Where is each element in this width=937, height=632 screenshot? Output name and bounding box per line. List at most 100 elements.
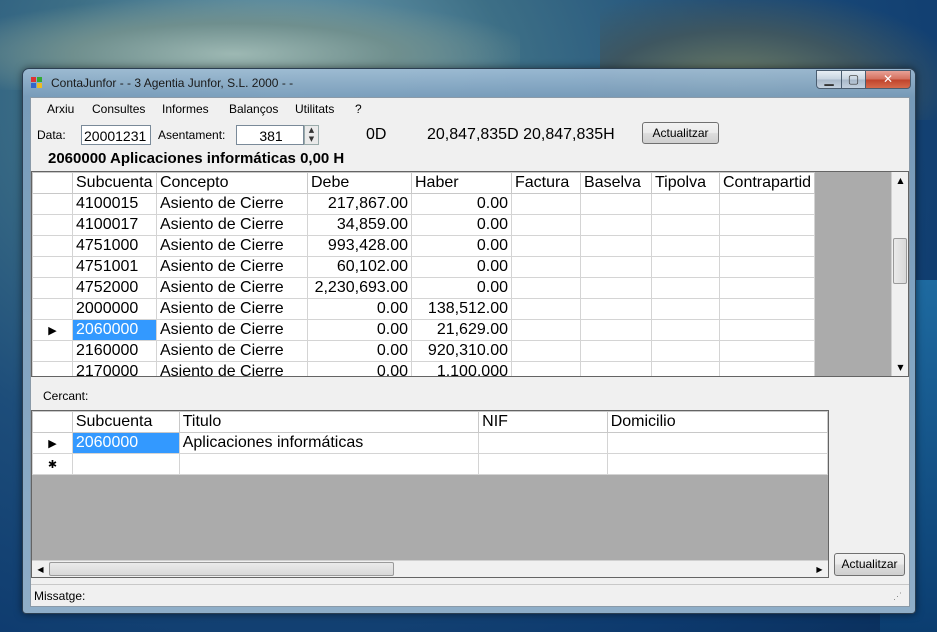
- cell-debe[interactable]: 2,230,693.00: [307, 277, 412, 299]
- cell-haber[interactable]: 920,310.00: [411, 340, 512, 362]
- entries-grid[interactable]: Subcuenta Concepto Debe Haber Factura Ba…: [31, 171, 909, 377]
- col-header-debe[interactable]: Debe: [307, 172, 412, 194]
- row-header[interactable]: [32, 214, 73, 236]
- cell-haber[interactable]: 0.00: [411, 214, 512, 236]
- col-header-titulo[interactable]: Titulo: [178, 411, 480, 433]
- row-header[interactable]: [32, 298, 73, 320]
- cell-contrapartida[interactable]: [718, 277, 816, 299]
- menu-balancos[interactable]: Balanços: [229, 102, 278, 116]
- cell-concepto[interactable]: Asiento de Cierre: [156, 361, 308, 376]
- scroll-right-icon[interactable]: ▶: [811, 561, 828, 577]
- cell-domicilio[interactable]: [606, 453, 828, 475]
- cell-concepto[interactable]: Asiento de Cierre: [156, 298, 308, 320]
- cell-baselva[interactable]: [580, 340, 652, 362]
- cell-tipolva[interactable]: [651, 193, 720, 215]
- cell-contrapartida[interactable]: [718, 298, 816, 320]
- cell-haber[interactable]: 0.00: [411, 235, 512, 257]
- col-header-factura[interactable]: Factura: [511, 172, 581, 194]
- spin-up-icon[interactable]: ▲: [305, 126, 318, 135]
- row-header[interactable]: [32, 193, 73, 215]
- cell-contrapartida[interactable]: [718, 319, 816, 341]
- table-row-current[interactable]: ▶ 2060000 Asiento de Cierre 0.00 21,629.…: [32, 319, 816, 341]
- table-row[interactable]: 2170000 Asiento de Cierre 0.00 1,100,000: [32, 361, 816, 376]
- cell-factura[interactable]: [511, 361, 581, 376]
- col-header-subcuenta[interactable]: Subcuenta: [71, 411, 180, 433]
- cell-titulo[interactable]: Aplicaciones informáticas: [178, 432, 480, 454]
- title-bar[interactable]: ContaJunfor - - 3 Agentia Junfor, S.L. 2…: [23, 69, 915, 96]
- cell-nif[interactable]: [478, 432, 608, 454]
- cell-factura[interactable]: [511, 277, 581, 299]
- cell-subcuenta[interactable]: 2160000: [72, 340, 157, 362]
- cell-concepto[interactable]: Asiento de Cierre: [156, 256, 308, 278]
- cell-tipolva[interactable]: [651, 256, 720, 278]
- cell-baselva[interactable]: [580, 298, 652, 320]
- row-header[interactable]: [32, 277, 73, 299]
- cell-debe[interactable]: 34,859.00: [307, 214, 412, 236]
- cell-haber[interactable]: 0.00: [411, 256, 512, 278]
- col-header-subcuenta[interactable]: Subcuenta: [72, 172, 157, 194]
- col-header-domicilio[interactable]: Domicilio: [606, 411, 828, 433]
- cell-baselva[interactable]: [580, 214, 652, 236]
- menu-consultes[interactable]: Consultes: [92, 102, 145, 116]
- cell-concepto[interactable]: Asiento de Cierre: [156, 340, 308, 362]
- cell-tipolva[interactable]: [651, 298, 720, 320]
- table-row[interactable]: 4751000 Asiento de Cierre 993,428.00 0.0…: [32, 235, 816, 257]
- cell-subcuenta[interactable]: 4751001: [72, 256, 157, 278]
- cell-subcuenta[interactable]: 4752000: [72, 277, 157, 299]
- table-row-current[interactable]: ▶ 2060000 Aplicaciones informáticas: [32, 432, 828, 454]
- cell-subcuenta[interactable]: 4100015: [72, 193, 157, 215]
- new-row[interactable]: ✱: [32, 453, 828, 475]
- search-actualitzar-button[interactable]: Actualitzar: [834, 553, 905, 576]
- scroll-thumb[interactable]: [893, 238, 907, 284]
- cell-tipolva[interactable]: [651, 361, 720, 376]
- scroll-down-icon[interactable]: ▼: [892, 359, 908, 376]
- row-header[interactable]: [32, 256, 73, 278]
- cell-factura[interactable]: [511, 298, 581, 320]
- cell-subcuenta-selected[interactable]: 2060000: [71, 432, 180, 454]
- cell-haber[interactable]: 138,512.00: [411, 298, 512, 320]
- row-header[interactable]: [32, 340, 73, 362]
- search-grid[interactable]: Subcuenta Titulo NIF Domicilio ▶ 2060000…: [31, 410, 829, 578]
- col-header-contrapartida[interactable]: Contrapartid: [718, 172, 816, 194]
- new-row-asterisk-icon[interactable]: ✱: [32, 453, 73, 475]
- cell-contrapartida[interactable]: [718, 214, 816, 236]
- cell-subcuenta[interactable]: 2000000: [72, 298, 157, 320]
- cell-concepto[interactable]: Asiento de Cierre: [156, 277, 308, 299]
- current-row-marker-icon[interactable]: ▶: [32, 432, 73, 454]
- scroll-up-icon[interactable]: ▲: [892, 172, 908, 189]
- cell-titulo[interactable]: [178, 453, 480, 475]
- asentament-input[interactable]: 381: [236, 125, 304, 145]
- table-row[interactable]: 4100017 Asiento de Cierre 34,859.00 0.00: [32, 214, 816, 236]
- cell-baselva[interactable]: [580, 361, 652, 376]
- scroll-thumb[interactable]: [49, 562, 394, 576]
- cell-subcuenta-selected[interactable]: 2060000: [72, 319, 157, 341]
- cell-baselva[interactable]: [580, 235, 652, 257]
- close-button[interactable]: ✕: [865, 70, 911, 89]
- maximize-button[interactable]: ▢: [841, 70, 866, 89]
- cell-contrapartida[interactable]: [718, 235, 816, 257]
- col-header-haber[interactable]: Haber: [411, 172, 512, 194]
- table-row[interactable]: 2000000 Asiento de Cierre 0.00 138,512.0…: [32, 298, 816, 320]
- table-row[interactable]: 4100015 Asiento de Cierre 217,867.00 0.0…: [32, 193, 816, 215]
- menu-utilitats[interactable]: Utilitats: [295, 102, 334, 116]
- cell-haber[interactable]: 21,629.00: [411, 319, 512, 341]
- row-header-corner[interactable]: [32, 411, 73, 433]
- cell-tipolva[interactable]: [651, 319, 720, 341]
- data-input[interactable]: 20001231: [81, 125, 151, 145]
- menu-arxiu[interactable]: Arxiu: [47, 102, 74, 116]
- current-row-marker-icon[interactable]: ▶: [32, 319, 73, 341]
- cell-debe[interactable]: 0.00: [307, 340, 412, 362]
- entries-vertical-scrollbar[interactable]: ▲ ▼: [891, 172, 908, 376]
- cell-nif[interactable]: [478, 453, 608, 475]
- col-header-nif[interactable]: NIF: [478, 411, 608, 433]
- cell-haber[interactable]: 1,100,000: [411, 361, 512, 376]
- cell-factura[interactable]: [511, 193, 581, 215]
- cell-subcuenta[interactable]: 4100017: [72, 214, 157, 236]
- col-header-baselva[interactable]: Baselva: [580, 172, 652, 194]
- menu-help[interactable]: ?: [355, 102, 362, 116]
- actualitzar-button[interactable]: Actualitzar: [642, 122, 719, 144]
- cell-factura[interactable]: [511, 340, 581, 362]
- cell-subcuenta[interactable]: 2170000: [72, 361, 157, 376]
- cell-debe[interactable]: 993,428.00: [307, 235, 412, 257]
- cell-debe[interactable]: 217,867.00: [307, 193, 412, 215]
